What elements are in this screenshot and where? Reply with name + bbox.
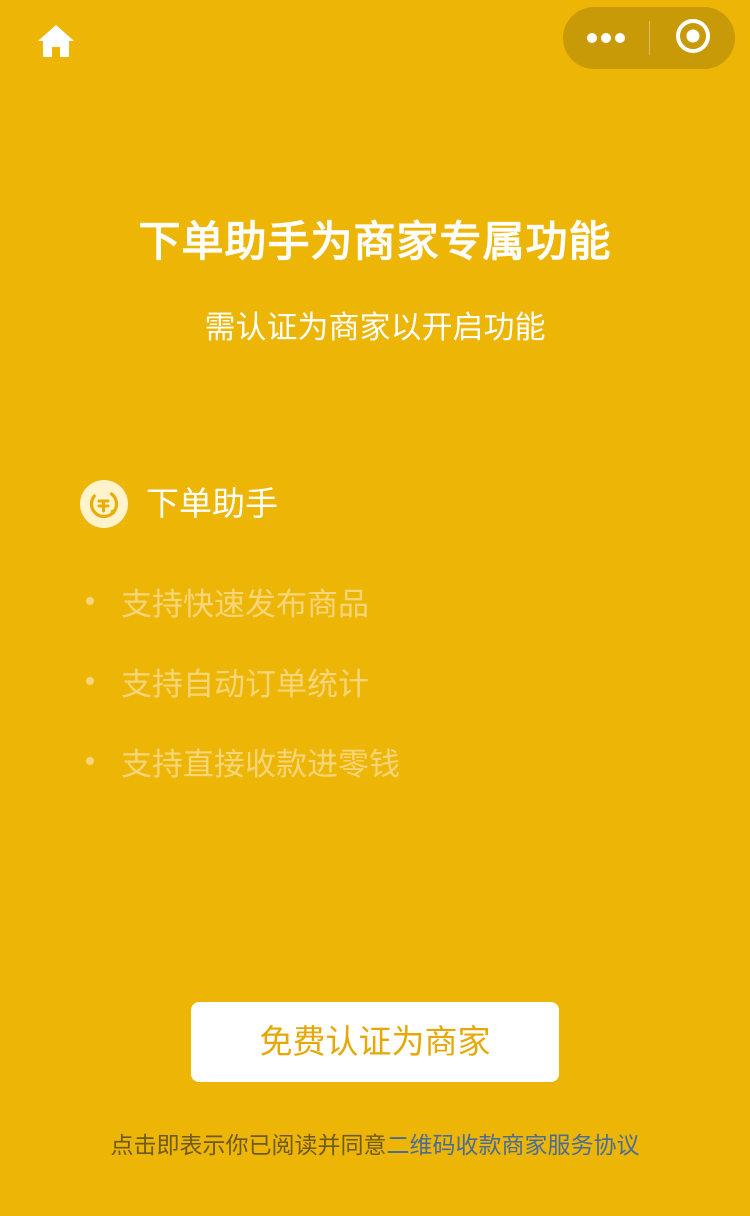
more-button[interactable] (563, 7, 649, 69)
feature-point-text: 支持直接收款进零钱 (121, 746, 400, 783)
page-subtitle: 需认证为商家以开启功能 (204, 310, 546, 346)
bullet-dot (86, 597, 94, 605)
capsule-menu (563, 7, 735, 69)
feature-header: 下单助手 (80, 480, 278, 528)
service-agreement-link[interactable]: 二维码收款商家服务协议 (387, 1133, 640, 1159)
feature-point-text: 支持自动订单统计 (121, 666, 369, 703)
close-button[interactable] (650, 7, 735, 69)
verify-merchant-button[interactable]: 免费认证为商家 (191, 1002, 559, 1082)
home-button[interactable] (32, 20, 80, 66)
bullet-dot (86, 677, 94, 685)
agreement-prefix: 点击即表示你已阅读并同意 (110, 1133, 387, 1159)
feature-point: 支持直接收款进零钱 (86, 739, 400, 783)
bullet-dot (86, 757, 94, 765)
feature-point: 支持自动订单统计 (86, 659, 369, 703)
order-assistant-icon (80, 480, 128, 528)
home-icon (36, 23, 76, 63)
close-circle-icon (675, 18, 711, 58)
feature-name: 下单助手 (146, 484, 278, 523)
feature-point: 支持快速发布商品 (86, 579, 369, 623)
more-dots-icon (586, 29, 626, 48)
page-title: 下单助手为商家专属功能 (138, 217, 612, 266)
feature-point-text: 支持快速发布商品 (121, 586, 369, 623)
agreement-text: 点击即表示你已阅读并同意二维码收款商家服务协议 (0, 1128, 750, 1164)
